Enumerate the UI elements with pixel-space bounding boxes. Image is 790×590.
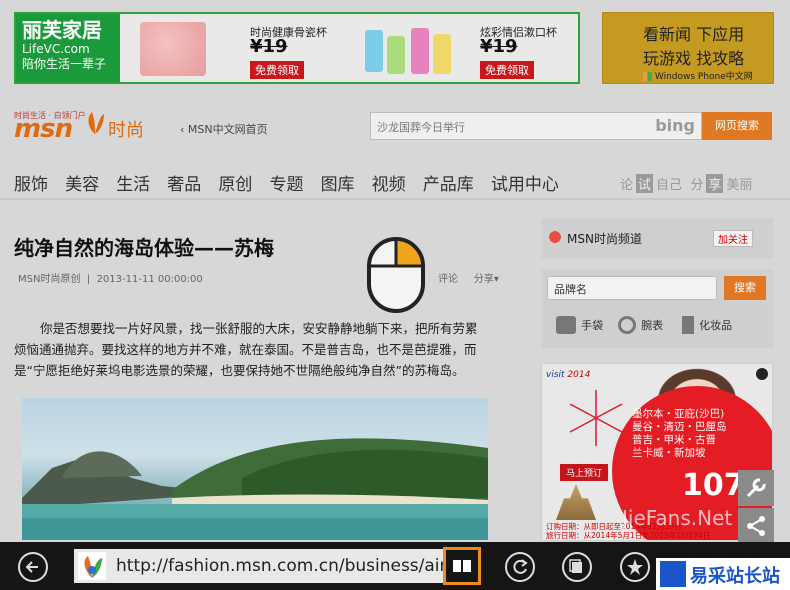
reading-view-button[interactable] — [443, 547, 481, 585]
main-nav: 服饰 美容 生活 奢品 原创 专题 图库 视频 产品库 试用中心 — [14, 170, 571, 195]
ad-visit-label: visit 2014 — [546, 370, 591, 380]
favorites-button[interactable] — [620, 552, 650, 582]
windows-phone-label: Windows Phone中文网 — [643, 69, 753, 82]
cup-image — [140, 22, 206, 76]
share-button[interactable] — [738, 508, 774, 544]
msn-logo[interactable]: msn — [14, 114, 73, 144]
windows-phone-ad[interactable]: 看新闻 下应用 玩游戏 找攻略 Windows Phone中文网 — [602, 12, 774, 84]
web-search-button[interactable]: 网页搜索 — [702, 112, 772, 140]
wrench-button[interactable] — [738, 470, 774, 506]
glasses-image — [361, 22, 461, 78]
address-bar[interactable]: http://fashion.msn.com.cn/business/airas… — [74, 549, 446, 583]
brand-search-button[interactable]: 搜索 — [724, 276, 766, 300]
search-placeholder: 沙龙国葬今日举行 — [377, 121, 465, 134]
wrench-icon — [746, 478, 766, 498]
site-watermark: 易采站长站 — [656, 558, 790, 590]
url-text: http://fashion.msn.com.cn/business/airas… — [116, 556, 446, 576]
refresh-button[interactable] — [505, 552, 535, 582]
nav-item[interactable]: 原创 — [218, 170, 252, 195]
tabs-icon — [569, 559, 582, 573]
ad-line-1: 看新闻 下应用 — [643, 25, 745, 44]
weibo-box: MSN时尚频道 加关注 — [541, 218, 773, 258]
butterfly-icon — [84, 110, 106, 136]
weibo-channel-label[interactable]: MSN时尚频道 — [567, 230, 642, 247]
watermark-faint: JieFans.Net — [622, 506, 733, 530]
weibo-icon — [547, 230, 563, 244]
article-title: 纯净自然的海岛体验——苏梅 — [14, 236, 274, 260]
comment-link[interactable]: 评论 — [438, 274, 458, 285]
divider — [0, 198, 790, 200]
ad-close-icon[interactable] — [756, 368, 768, 380]
home-link[interactable]: ‹ MSN中文网首页 — [180, 121, 268, 137]
mouse-icon — [366, 236, 426, 314]
back-button[interactable] — [18, 552, 48, 582]
temple-image — [556, 484, 596, 520]
nav-item[interactable]: 生活 — [116, 170, 150, 195]
nav-item[interactable]: 美容 — [65, 170, 99, 195]
brand-slogan: 陪你生活一辈子 — [22, 57, 107, 71]
article-date: 2013-11-11 00:00:00 — [96, 274, 203, 285]
fashion-label: 时尚 — [108, 120, 144, 141]
promo-claim-button[interactable]: 免费领取 — [250, 61, 304, 79]
nav-item[interactable]: 专题 — [269, 170, 303, 195]
cosmetics-icon — [682, 315, 694, 334]
tabs-button[interactable] — [562, 552, 592, 582]
article-source: MSN时尚原创 — [18, 274, 81, 285]
book-now-button[interactable]: 马上预订 — [560, 464, 609, 481]
share-icon — [747, 516, 765, 536]
nav-item[interactable]: 试用中心 — [491, 170, 559, 195]
handbag-icon — [556, 315, 576, 334]
nav-item[interactable]: 服饰 — [14, 170, 48, 195]
ad-routes: 墨尔本・亚庇(沙巴) 曼谷・清迈・巴厘岛 普吉・甲米・古晋 兰卡威・新加坡 — [632, 408, 727, 459]
category-handbag[interactable]: 手袋 — [556, 314, 603, 334]
category-watch[interactable]: 腕表 — [618, 314, 663, 334]
nav-item[interactable]: 视频 — [372, 170, 406, 195]
site-favicon — [78, 552, 106, 580]
back-arrow-icon — [25, 561, 38, 573]
book-icon — [453, 560, 471, 572]
category-cosmetics[interactable]: 化妆品 — [682, 314, 732, 334]
bing-logo: bing — [655, 116, 695, 135]
promo-claim-button[interactable]: 免费领取 — [480, 61, 534, 79]
brand-name: 丽芙家居 — [22, 18, 102, 42]
nav-item[interactable]: 产品库 — [423, 170, 474, 195]
windows-logo-icon — [643, 72, 652, 81]
watermark-text: 易采站长站 — [690, 566, 780, 587]
watermark-logo-icon — [660, 561, 686, 587]
refresh-icon — [513, 559, 528, 574]
lifevc-brand[interactable]: 丽芙家居 LifeVC.com 陪你生活一辈子 — [16, 14, 120, 82]
share-link[interactable]: 分享▾ — [474, 274, 499, 285]
article-actions: 评论 分享▾ — [438, 270, 499, 285]
promo-price: ¥19 — [250, 36, 288, 57]
ad-line-2: 玩游戏 找攻略 — [643, 49, 745, 68]
watch-icon — [618, 315, 636, 334]
nav-item[interactable]: 图库 — [321, 170, 355, 195]
top-banner-ad[interactable]: 丽芙家居 LifeVC.com 陪你生活一辈子 时尚健康骨瓷杯 ¥19 免费领取… — [14, 12, 580, 84]
article-body: 你是否想要找一片好风景，找一张舒服的大床，安安静静地躺下来，把所有劳累烦恼通通抛… — [14, 321, 478, 378]
nav-item[interactable]: 奢品 — [167, 170, 201, 195]
brand-domain: LifeVC.com — [22, 42, 90, 56]
star-icon — [627, 559, 643, 575]
search-input[interactable]: 沙龙国葬今日举行 bing — [370, 112, 702, 140]
try-share-links[interactable]: 论试自己 分享美丽 — [620, 174, 752, 193]
article-meta: MSN时尚原创 | 2013-11-11 00:00:00 — [18, 274, 203, 285]
island-photo — [22, 398, 488, 540]
promo-price: ¥19 — [480, 36, 518, 57]
follow-button[interactable]: 加关注 — [713, 230, 753, 247]
brand-input[interactable]: 品牌名 — [547, 276, 717, 300]
